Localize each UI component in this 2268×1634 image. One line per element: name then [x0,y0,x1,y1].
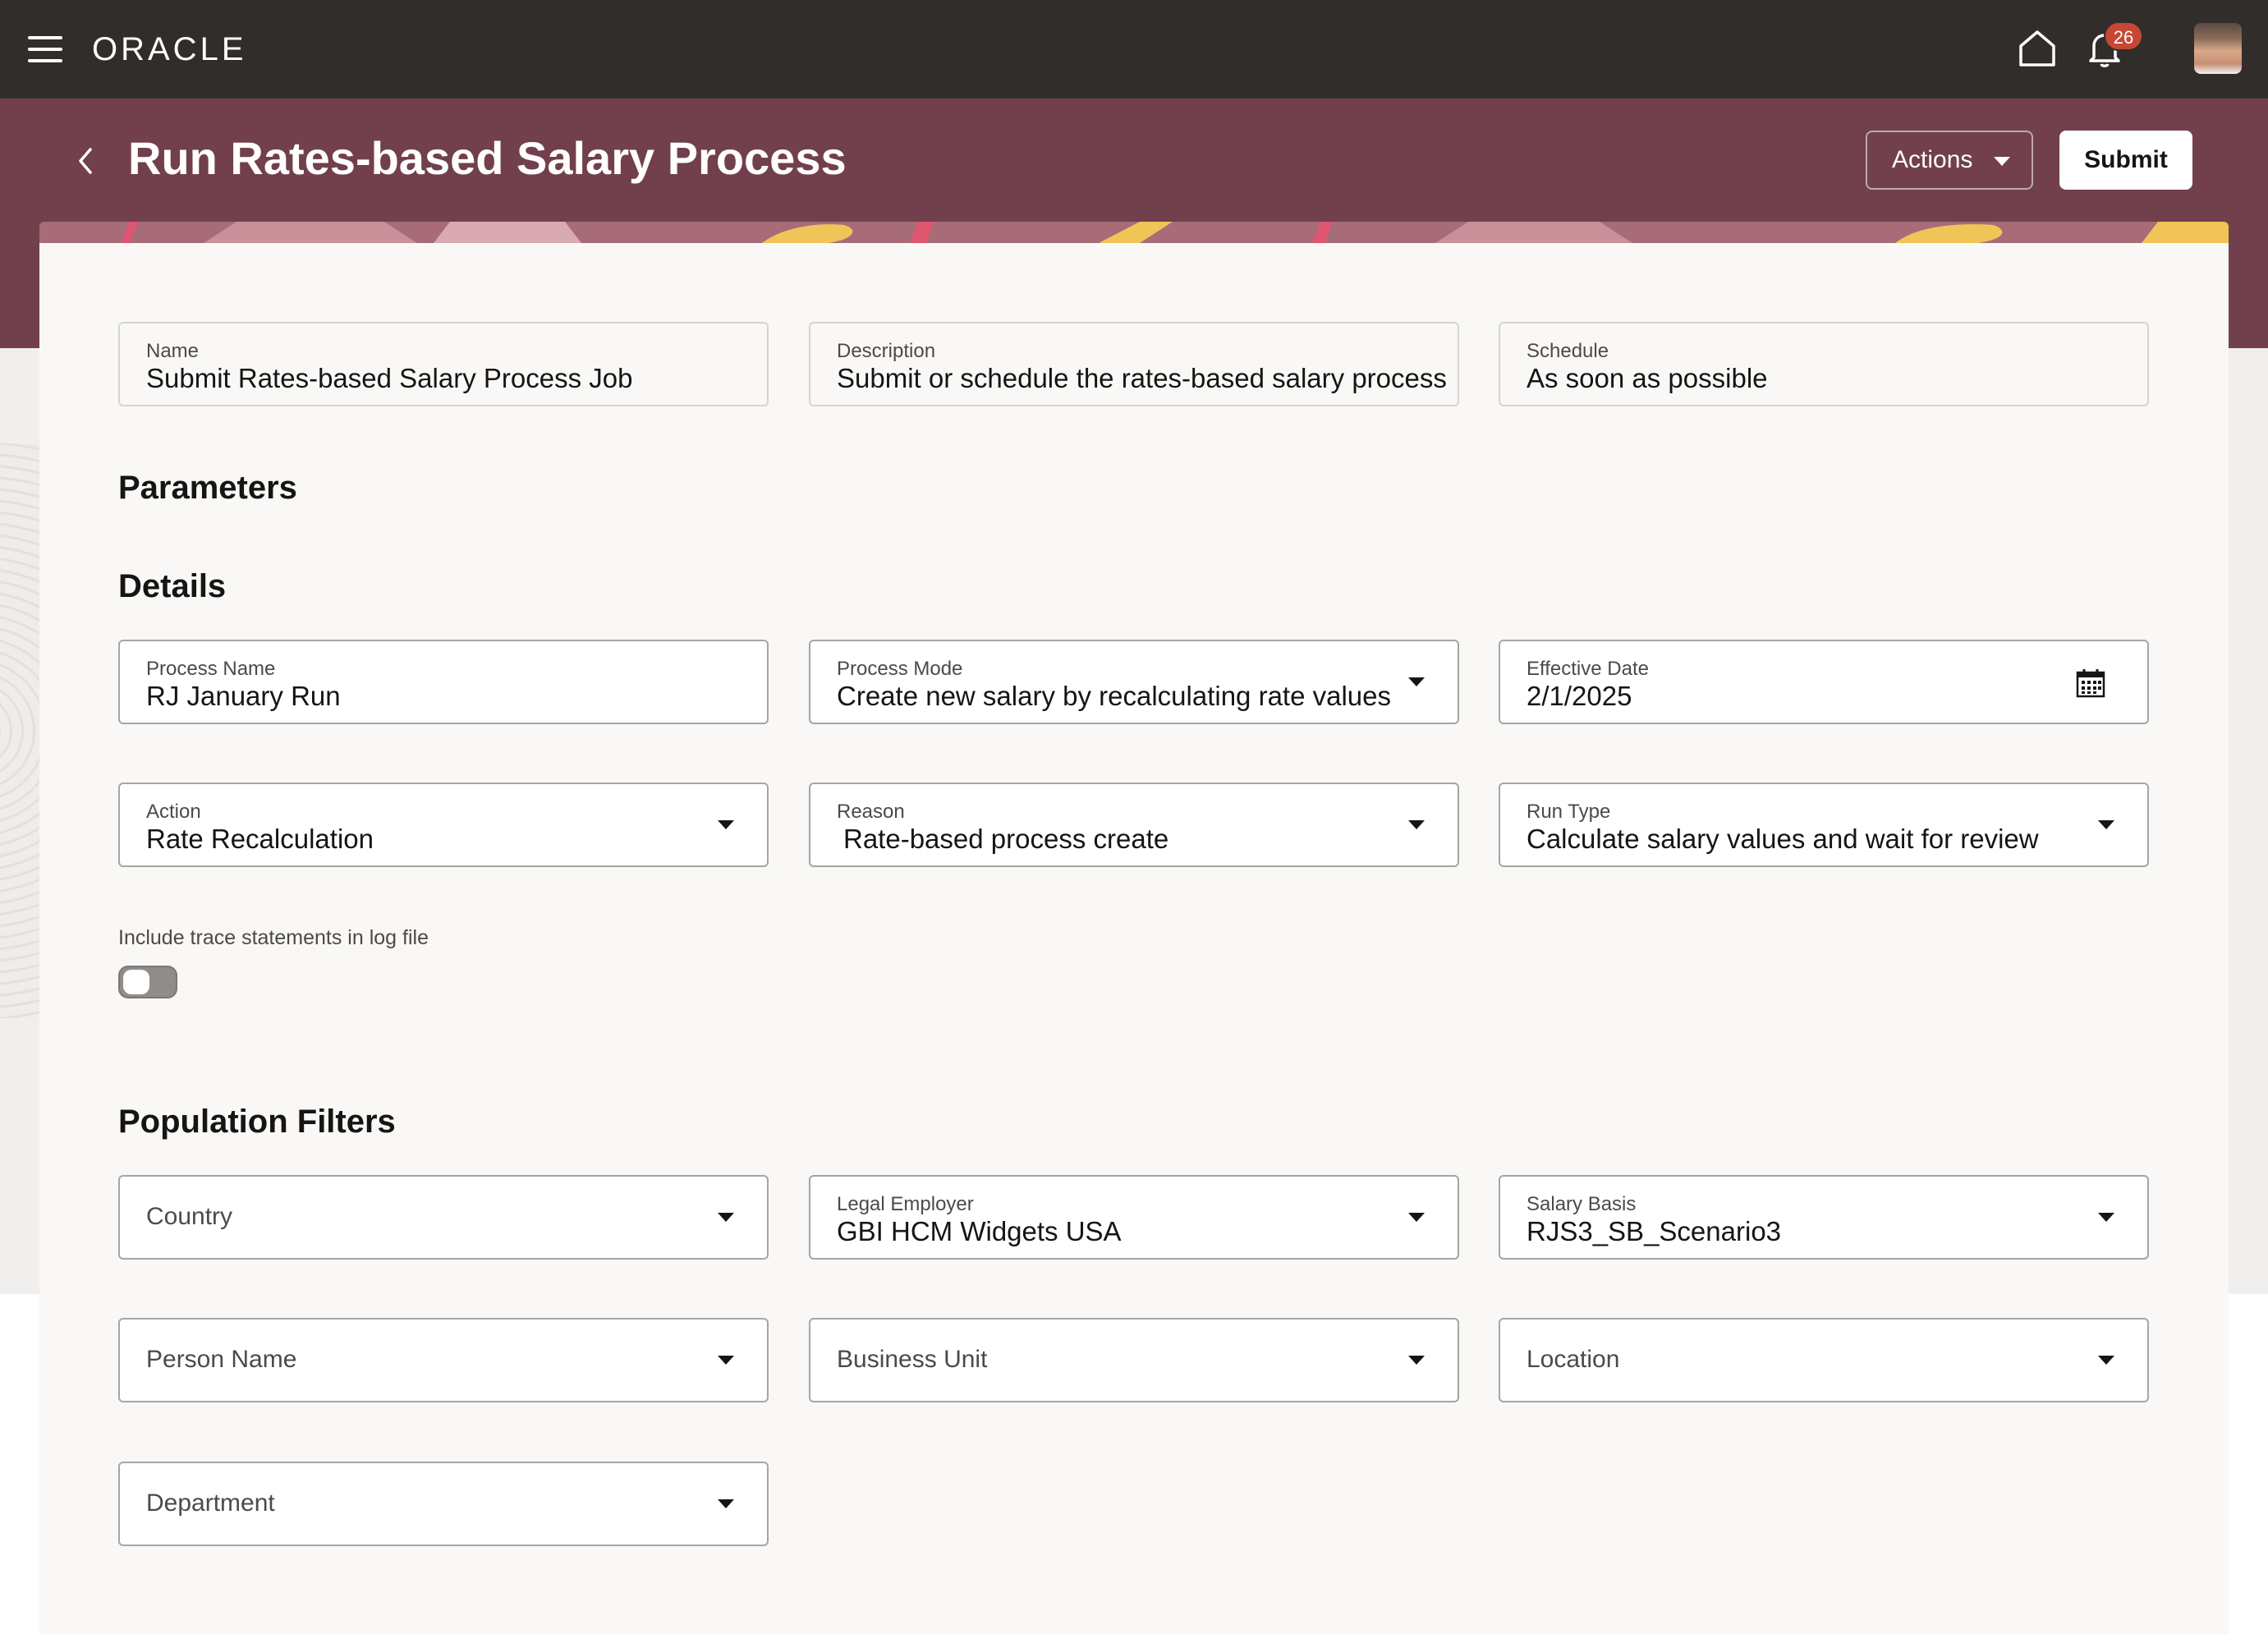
job-schedule-value: As soon as possible [1527,363,1768,393]
chevron-down-icon[interactable] [1408,1356,1425,1365]
job-name-label: Name [146,340,200,362]
legal-employer-select[interactable]: Legal Employer GBI HCM Widgets USA [809,1175,1459,1260]
job-name-value: Submit Rates-based Salary Process Job [146,363,633,393]
reason-select[interactable]: Reason Rate-based process create [809,783,1459,867]
chevron-down-icon[interactable] [718,1356,734,1365]
job-name-field: Name Submit Rates-based Salary Process J… [118,322,769,406]
process-name-input[interactable]: Process Name RJ January Run [118,640,769,724]
job-schedule-field: Schedule As soon as possible [1499,322,2149,406]
back-chevron-icon[interactable] [69,141,102,181]
salary-basis-label: Salary Basis [1527,1193,1637,1215]
oracle-logo: ORACLE [92,31,247,67]
action-select[interactable]: Action Rate Recalculation [118,783,769,867]
job-schedule-label: Schedule [1527,340,1609,362]
population-filters-heading: Population Filters [118,1104,396,1140]
chevron-down-icon[interactable] [1408,1213,1425,1222]
global-header: ORACLE 26 [0,0,2268,99]
legal-employer-value[interactable]: GBI HCM Widgets USA [837,1216,1122,1247]
chevron-down-icon[interactable] [718,1213,734,1222]
job-description-label: Description [837,340,936,362]
country-placeholder: Country [146,1203,233,1230]
location-select[interactable]: Location [1499,1318,2149,1402]
salary-basis-value[interactable]: RJS3_SB_Scenario3 [1527,1216,1781,1247]
actions-label: Actions [1892,146,1973,173]
department-placeholder: Department [146,1489,275,1517]
user-avatar[interactable] [2194,23,2242,74]
process-mode-label: Process Mode [837,658,963,680]
chevron-down-icon[interactable] [2098,1213,2114,1222]
parameters-heading: Parameters [118,470,297,506]
chevron-down-icon[interactable] [1408,677,1425,686]
location-placeholder: Location [1527,1346,1620,1373]
run-type-select[interactable]: Run Type Calculate salary values and wai… [1499,783,2149,867]
decorative-pattern-strip [39,222,2229,243]
person-name-placeholder: Person Name [146,1346,297,1373]
job-description-value: Submit or schedule the rates-based salar… [837,363,1447,393]
calendar-icon[interactable] [2075,668,2106,699]
decorative-side-pattern [0,443,39,1018]
page-title: Run Rates-based Salary Process [128,132,847,184]
reason-label: Reason [837,801,905,823]
chevron-down-icon[interactable] [1408,820,1425,829]
hamburger-menu-icon[interactable] [28,36,62,62]
process-mode-select[interactable]: Process Mode Create new salary by recalc… [809,640,1459,724]
chevron-down-icon[interactable] [2098,1356,2114,1365]
toggle-knob [123,970,149,994]
salary-basis-select[interactable]: Salary Basis RJS3_SB_Scenario3 [1499,1175,2149,1260]
submit-button[interactable]: Submit [2059,131,2192,190]
effective-date-label: Effective Date [1527,658,1649,680]
country-select[interactable]: Country [118,1175,769,1260]
details-heading: Details [118,568,227,604]
job-description-field: Description Submit or schedule the rates… [809,322,1459,406]
effective-date-value[interactable]: 2/1/2025 [1527,681,1632,712]
actions-menu-button[interactable]: Actions [1866,131,2033,190]
business-unit-placeholder: Business Unit [837,1346,988,1373]
chevron-down-icon [1994,157,2010,166]
home-icon[interactable] [2017,28,2058,69]
effective-date-input[interactable]: Effective Date 2/1/2025 [1499,640,2149,724]
legal-employer-label: Legal Employer [837,1193,974,1215]
run-type-label: Run Type [1527,801,1611,823]
chevron-down-icon[interactable] [718,820,734,829]
action-label: Action [146,801,201,823]
person-name-select[interactable]: Person Name [118,1318,769,1402]
chevron-down-icon[interactable] [718,1499,734,1508]
chevron-down-icon[interactable] [2098,820,2114,829]
business-unit-select[interactable]: Business Unit [809,1318,1459,1402]
trace-toggle-switch[interactable] [118,966,177,998]
run-type-value[interactable]: Calculate salary values and wait for rev… [1527,824,2039,855]
trace-toggle-label: Include trace statements in log file [118,926,429,949]
process-name-label: Process Name [146,658,276,680]
reason-value[interactable]: Rate-based process create [843,824,1168,855]
process-mode-value[interactable]: Create new salary by recalculating rate … [837,681,1391,712]
department-select[interactable]: Department [118,1462,769,1546]
notification-count-badge[interactable]: 26 [2104,21,2143,51]
action-value[interactable]: Rate Recalculation [146,824,374,855]
process-name-value[interactable]: RJ January Run [146,681,341,712]
